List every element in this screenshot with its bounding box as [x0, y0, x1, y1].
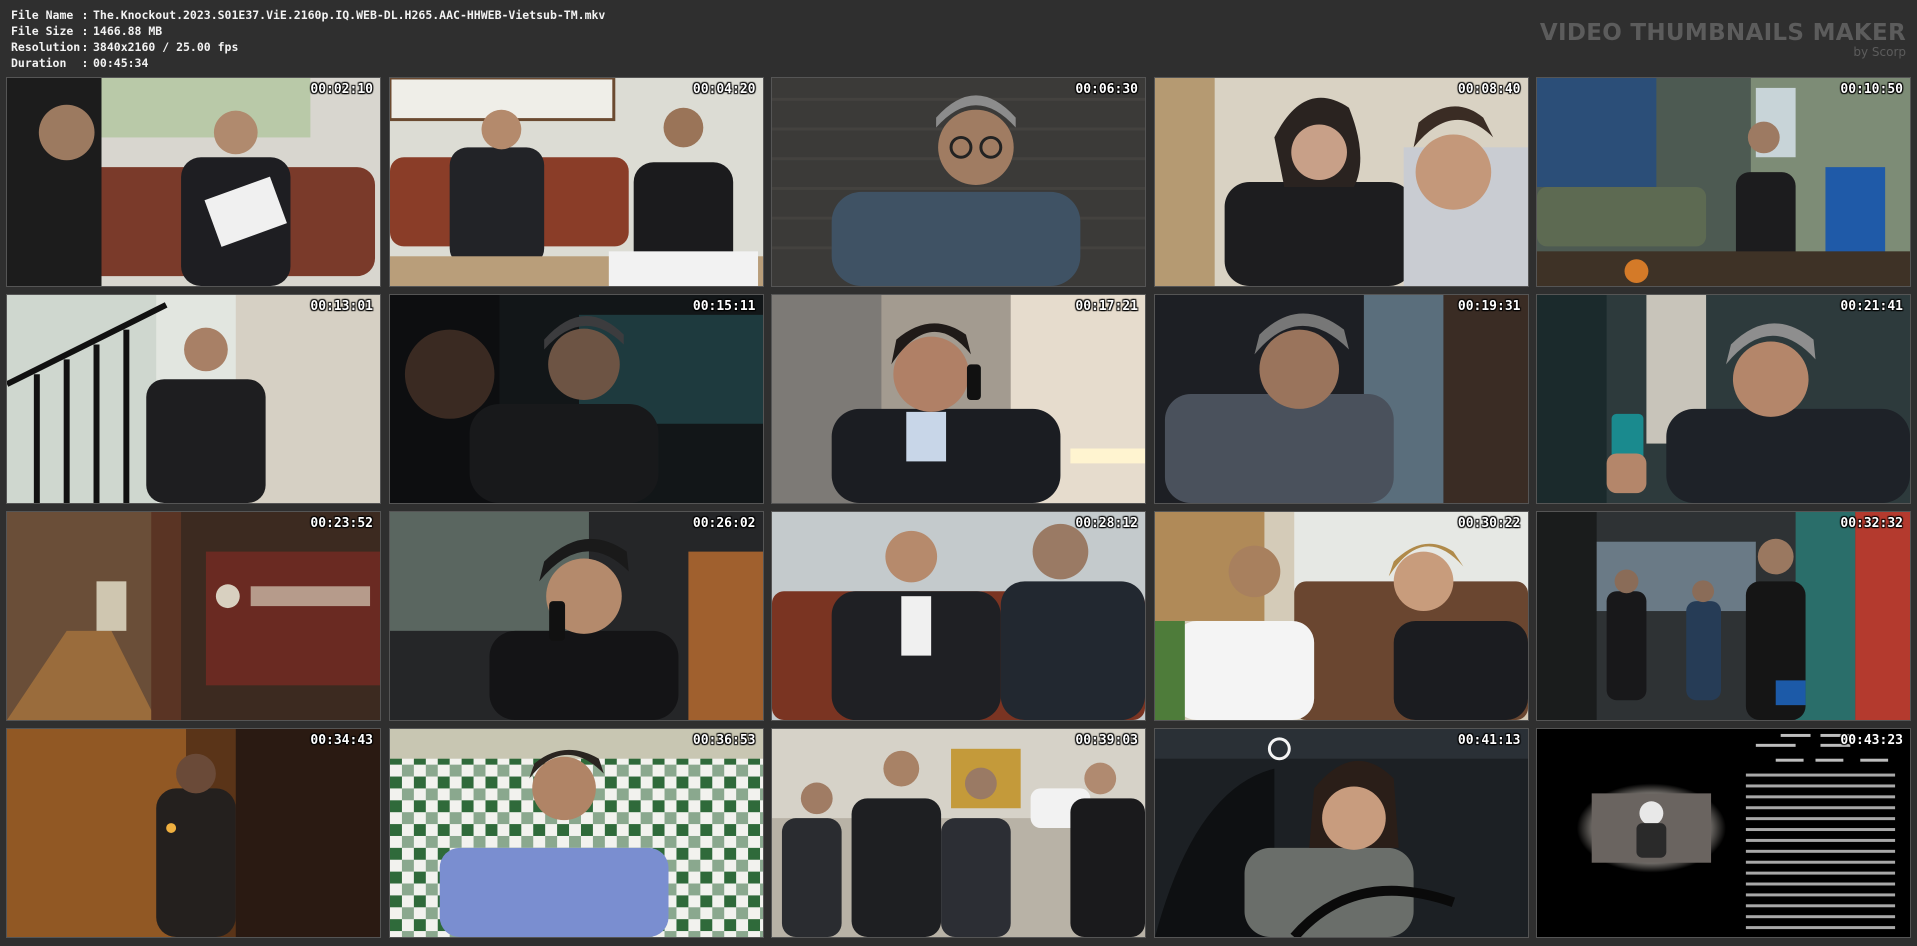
frame-image [389, 729, 763, 937]
frame-image [772, 512, 1145, 720]
frame-image [389, 512, 763, 720]
thumbnail[interactable]: 00:34:43 [6, 728, 381, 938]
timestamp: 00:06:30 [1075, 82, 1138, 97]
timestamp: 00:17:21 [1075, 299, 1138, 314]
thumbnail[interactable]: 00:15:11 [388, 294, 764, 504]
resolution-label: Resolution [11, 40, 81, 54]
timestamp: 00:10:50 [1840, 82, 1903, 97]
timestamp: 00:39:03 [1075, 733, 1138, 748]
thumbnail[interactable]: 00:30:22 [1153, 511, 1529, 721]
watermark: VIDEO THUMBNAILS MAKER by Scorp [1540, 20, 1906, 58]
watermark-subtitle: by Scorp [1853, 45, 1906, 59]
thumbnail[interactable]: 00:04:20 [388, 77, 764, 287]
timestamp: 00:32:32 [1840, 516, 1903, 531]
thumbnail[interactable]: 00:43:23 [1536, 728, 1911, 938]
resolution-row: Resolution : 3840x2160 / 25.00 fps [11, 39, 605, 55]
thumbnail-grid: 00:02:10 00:04:20 00:06:30 00:08:40 00:1… [6, 77, 1911, 939]
thumbnail[interactable]: 00:26:02 [388, 511, 764, 721]
timestamp: 00:30:22 [1457, 516, 1521, 531]
file-name-label: File Name [11, 8, 74, 22]
separator: : [81, 56, 89, 70]
frame-image [7, 295, 380, 503]
thumbnail[interactable]: 00:39:03 [771, 728, 1146, 938]
thumbnail[interactable]: 00:08:40 [1153, 77, 1529, 287]
timestamp: 00:36:53 [692, 733, 756, 748]
file-size-row: File Size : 1466.88 MB [11, 23, 605, 39]
separator: : [81, 8, 89, 22]
frame-image [7, 78, 380, 286]
file-name-value: The.Knockout.2023.S01E37.ViE.2160p.IQ.WE… [93, 8, 606, 22]
frame-image [1537, 295, 1910, 503]
file-size-value: 1466.88 MB [93, 24, 163, 38]
thumbnail[interactable]: 00:41:13 [1153, 728, 1529, 938]
resolution-value: 3840x2160 / 25.00 fps [93, 40, 239, 54]
timestamp: 00:23:52 [310, 516, 373, 531]
thumbnail[interactable]: 00:10:50 [1536, 77, 1911, 287]
file-name-row: File Name : The.Knockout.2023.S01E37.ViE… [11, 7, 605, 23]
timestamp: 00:41:13 [1457, 733, 1521, 748]
thumbnail[interactable]: 00:23:52 [6, 511, 381, 721]
thumbnail[interactable]: 00:21:41 [1536, 294, 1911, 504]
frame-image [7, 729, 380, 937]
frame-image [1154, 512, 1528, 720]
thumbnail[interactable]: 00:13:01 [6, 294, 381, 504]
timestamp: 00:13:01 [310, 299, 373, 314]
frame-image [1154, 78, 1528, 286]
thumbnail[interactable]: 00:02:10 [6, 77, 381, 287]
timestamp: 00:21:41 [1840, 299, 1903, 314]
timestamp: 00:34:43 [310, 733, 373, 748]
timestamp: 00:15:11 [692, 299, 756, 314]
timestamp: 00:19:31 [1457, 299, 1521, 314]
file-info: File Name : The.Knockout.2023.S01E37.ViE… [11, 7, 605, 71]
duration-row: Duration : 00:45:34 [11, 55, 605, 71]
timestamp: 00:02:10 [310, 82, 373, 97]
thumbnail-sheet: File Name : The.Knockout.2023.S01E37.ViE… [0, 0, 1917, 946]
frame-image [772, 78, 1145, 286]
thumbnail[interactable]: 00:32:32 [1536, 511, 1911, 721]
timestamp: 00:08:40 [1457, 82, 1521, 97]
duration-value: 00:45:34 [93, 56, 149, 70]
timestamp: 00:28:12 [1075, 516, 1138, 531]
separator: : [81, 40, 89, 54]
frame-image [1537, 729, 1910, 937]
separator: : [81, 24, 89, 38]
frame-image [7, 512, 380, 720]
file-size-label: File Size [11, 24, 74, 38]
thumbnail[interactable]: 00:17:21 [771, 294, 1146, 504]
timestamp: 00:43:23 [1840, 733, 1903, 748]
frame-image [389, 295, 763, 503]
duration-label: Duration [11, 56, 67, 70]
frame-image [772, 295, 1145, 503]
frame-image [1537, 78, 1910, 286]
frame-image [1537, 512, 1910, 720]
timestamp: 00:26:02 [692, 516, 756, 531]
frame-image [1154, 295, 1528, 503]
frame-image [389, 78, 763, 286]
thumbnail[interactable]: 00:28:12 [771, 511, 1146, 721]
timestamp: 00:04:20 [692, 82, 756, 97]
thumbnail[interactable]: 00:36:53 [388, 728, 764, 938]
watermark-title: VIDEO THUMBNAILS MAKER [1539, 20, 1906, 46]
thumbnail[interactable]: 00:19:31 [1153, 294, 1529, 504]
thumbnail[interactable]: 00:06:30 [771, 77, 1146, 287]
frame-image [772, 729, 1145, 937]
frame-image [1154, 729, 1528, 937]
